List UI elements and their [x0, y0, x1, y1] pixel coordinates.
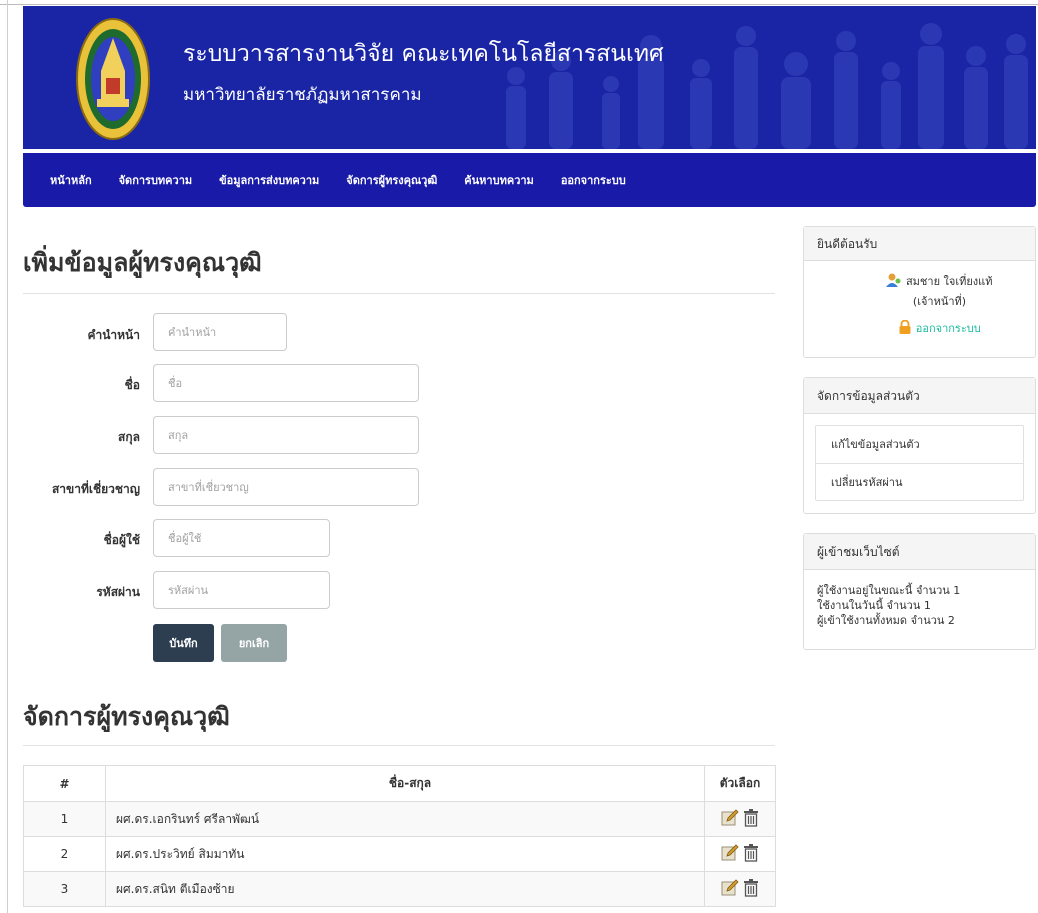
row-actions: [704, 871, 776, 907]
welcome-panel-title: ยินดีต้อนรับ: [804, 227, 1035, 261]
password-label: รหัสผ่าน: [96, 585, 140, 599]
sidebar-logout-label: ออกจากระบบ: [915, 322, 981, 335]
first-name-label: ชื่อ: [124, 378, 140, 392]
table-row: 2 ผศ.ดร.ประวิทย์ สิมมาทัน: [23, 836, 776, 872]
today-count: ใช้งานในวันนี้ จำนวน 1: [817, 599, 931, 612]
save-button[interactable]: บันทึก: [153, 624, 214, 662]
edit-icon[interactable]: [721, 843, 739, 865]
nav-manage-reviewers[interactable]: จัดการผู้ทรงคุณวุฒิ: [346, 171, 437, 189]
lock-icon: [899, 319, 911, 334]
profile-menu: แก้ไขข้อมูลส่วนตัว เปลี่ยนรหัสผ่าน: [815, 425, 1024, 501]
user-role: (เจ้าหน้าที่): [912, 295, 967, 308]
profile-panel: จัดการข้อมูลส่วนตัว แก้ไขข้อมูลส่วนตัว เ…: [803, 377, 1036, 514]
trash-icon[interactable]: [743, 878, 759, 900]
manage-reviewers-heading: จัดการผู้ทรงคุณวุฒิ: [23, 702, 230, 731]
main-navbar: หน้าหลัก จัดการบทความ ข้อมูลการส่งบทความ…: [23, 153, 1036, 207]
column-header-number: #: [23, 765, 106, 802]
change-password-link[interactable]: เปลี่ยนรหัสผ่าน: [816, 463, 1023, 500]
username-input[interactable]: [153, 519, 330, 557]
reviewers-table: # ชื่อ-สกุล ตัวเลือก 1 ผศ.ดร.เอกรินทร์ ศ…: [23, 765, 776, 907]
nav-home[interactable]: หน้าหลัก: [50, 171, 92, 189]
site-title: ระบบวารสารงานวิจัย คณะเทคโนโลยีสารสนเทศ: [183, 41, 664, 67]
visitors-panel: ผู้เข้าชมเว็บไซต์ ผู้ใช้งานอยู่ในขณะนี้ …: [803, 533, 1036, 650]
table-row: 1 ผศ.ดร.เอกรินทร์ ศรีลาพัฒน์: [23, 801, 776, 837]
university-seal-icon: [76, 18, 150, 140]
divider: [23, 293, 775, 294]
table-row: 3 ผศ.ดร.สนิท ตีเมืองซ้าย: [23, 871, 776, 907]
title-prefix-input[interactable]: [153, 313, 287, 351]
nav-search-articles[interactable]: ค้นหาบทความ: [464, 171, 534, 189]
divider: [23, 745, 775, 746]
profile-panel-title: จัดการข้อมูลส่วนตัว: [804, 378, 1035, 414]
total-count: ผู้เข้าใช้งานทั้งหมด จำนวน 2: [817, 614, 955, 627]
edit-icon[interactable]: [721, 808, 739, 830]
reviewer-name: ผศ.ดร.ประวิทย์ สิมมาทัน: [105, 836, 705, 872]
expertise-label: สาขาที่เชี่ยวชาญ: [51, 482, 140, 496]
reviewer-name: ผศ.ดร.สนิท ตีเมืองซ้าย: [105, 871, 705, 907]
row-actions: [704, 836, 776, 872]
password-input[interactable]: [153, 571, 330, 609]
online-now-count: ผู้ใช้งานอยู่ในขณะนี้ จำนวน 1: [817, 584, 961, 597]
title-prefix-label: คำนำหน้า: [87, 328, 140, 342]
site-subtitle: มหาวิทยาลัยราชภัฏมหาสารคาม: [183, 85, 422, 105]
welcome-panel: ยินดีต้อนรับ สมชาย ใจเที่ยงแท้ (เจ้าหน้า…: [803, 226, 1036, 358]
edit-profile-link[interactable]: แก้ไขข้อมูลส่วนตัว: [816, 426, 1023, 463]
expertise-input[interactable]: [153, 468, 419, 506]
row-number: 1: [23, 801, 106, 837]
visitors-panel-title: ผู้เข้าชมเว็บไซต์: [804, 534, 1035, 570]
nav-submission-info[interactable]: ข้อมูลการส่งบทความ: [219, 171, 319, 189]
crowd-silhouette-decoration: [506, 23, 1028, 149]
left-border: [7, 0, 8, 913]
user-icon: [886, 273, 901, 287]
row-number: 2: [23, 836, 106, 872]
user-name: สมชาย ใจเที่ยงแท้: [905, 275, 993, 288]
add-reviewer-heading: เพิ่มข้อมูลผู้ทรงคุณวุฒิ: [23, 248, 262, 277]
visitor-stats: ผู้ใช้งานอยู่ในขณะนี้ จำนวน 1 ใช้งานในวั…: [804, 583, 1035, 628]
sidebar-logout-link[interactable]: ออกจากระบบ: [804, 319, 1035, 337]
current-user: สมชาย ใจเที่ยงแท้: [804, 272, 1035, 290]
first-name-input[interactable]: [153, 364, 419, 402]
row-number: 3: [23, 871, 106, 907]
cancel-button[interactable]: ยกเลิก: [221, 624, 287, 662]
nav-logout[interactable]: ออกจากระบบ: [561, 171, 626, 189]
last-name-input[interactable]: [153, 416, 419, 454]
nav-manage-articles[interactable]: จัดการบทความ: [119, 171, 193, 189]
column-header-name: ชื่อ-สกุล: [105, 765, 705, 802]
reviewer-name: ผศ.ดร.เอกรินทร์ ศรีลาพัฒน์: [105, 801, 705, 837]
username-label: ชื่อผู้ใช้: [103, 533, 140, 547]
trash-icon[interactable]: [743, 843, 759, 865]
header-banner: ระบบวารสารงานวิจัย คณะเทคโนโลยีสารสนเทศ …: [23, 6, 1036, 149]
edit-icon[interactable]: [721, 878, 739, 900]
top-border: [0, 4, 1038, 5]
row-actions: [704, 801, 776, 837]
trash-icon[interactable]: [743, 808, 759, 830]
last-name-label: สกุล: [118, 430, 140, 444]
column-header-options: ตัวเลือก: [704, 765, 776, 802]
